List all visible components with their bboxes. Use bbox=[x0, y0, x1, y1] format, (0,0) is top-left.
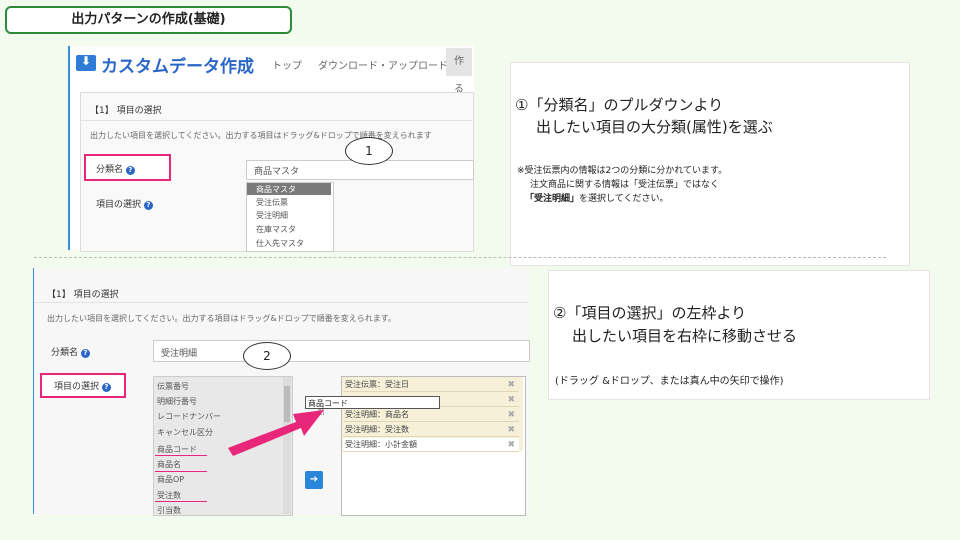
category-label: 分類名 ? bbox=[96, 162, 135, 175]
dropdown-option[interactable]: 仕入先マスタ bbox=[256, 238, 304, 249]
desc1-heading-line2: 出したい項目の大分類(属性)を選ぶ bbox=[536, 118, 773, 136]
desc2-note: (ドラッグ &ドロップ、または真ん中の矢印で操作) bbox=[555, 376, 784, 387]
app-logo-text: カスタムデータ作成 bbox=[101, 57, 254, 77]
move-right-button[interactable]: ➔ bbox=[305, 471, 323, 489]
list-item[interactable]: 受注数 bbox=[157, 490, 181, 501]
list-item[interactable]: 明細行番号 bbox=[157, 396, 197, 407]
dropdown-option[interactable]: 受注明細 bbox=[256, 210, 288, 221]
drag-arrow-icon bbox=[228, 410, 324, 456]
dropdown-option[interactable]: 受注伝票 bbox=[256, 197, 288, 208]
callout-bubble: 2 bbox=[243, 342, 291, 370]
help-icon[interactable]: ? bbox=[101, 383, 111, 392]
list-item[interactable]: 伝票番号 bbox=[157, 381, 189, 392]
dropdown-option[interactable]: 商品マスタ bbox=[256, 184, 296, 195]
selected-item[interactable]: 受注明細：受注数 ✖ bbox=[343, 423, 519, 437]
close-icon[interactable]: ✖ bbox=[507, 393, 515, 407]
items-label: 項目の選択 ? bbox=[54, 379, 111, 392]
selected-item[interactable]: 受注伝票：受注日 ✖ bbox=[343, 378, 519, 392]
section-divider bbox=[34, 257, 886, 258]
category-label: 分類名 ? bbox=[51, 345, 90, 358]
divider bbox=[34, 302, 528, 303]
desc1-heading-line1: ①「分類名」のプルダウンより bbox=[515, 96, 724, 114]
help-text: 出力したい項目を選択してください。出力する項目はドラッグ&ドロップで順番を変えら… bbox=[47, 314, 396, 323]
underline-highlight bbox=[155, 501, 207, 502]
desc2-heading-line2: 出したい項目を右枠に移動させる bbox=[572, 327, 798, 345]
divider bbox=[81, 120, 472, 121]
list-item[interactable]: 商品名 bbox=[157, 459, 181, 470]
desc1-note-line3: 「受注明細」を選択してください。 bbox=[525, 194, 669, 204]
list-item[interactable]: 商品コード bbox=[157, 444, 197, 455]
nav-download-upload[interactable]: ダウンロード・アップロード bbox=[318, 57, 448, 72]
close-icon[interactable]: ✖ bbox=[507, 423, 515, 437]
callout-bubble: 1 bbox=[345, 137, 393, 165]
category-select-value: 商品マスタ bbox=[254, 167, 300, 177]
section-title: 【1】 項目の選択 bbox=[90, 106, 162, 116]
download-arrow-icon: ⬇ bbox=[81, 54, 92, 68]
help-icon[interactable]: ? bbox=[80, 349, 90, 358]
nav-create[interactable]: 作る bbox=[446, 48, 472, 95]
slide-title: 出力パターンの作成(基礎) bbox=[5, 6, 292, 34]
close-icon[interactable]: ✖ bbox=[507, 408, 515, 422]
category-select-value: 受注明細 bbox=[161, 349, 198, 359]
close-icon[interactable]: ✖ bbox=[507, 438, 515, 452]
selected-item[interactable]: 受注明細：小計金額 ✖ bbox=[343, 438, 519, 452]
category-select[interactable] bbox=[153, 340, 530, 362]
help-icon[interactable]: ? bbox=[143, 201, 153, 210]
list-item[interactable]: レコードナンバー bbox=[157, 411, 221, 422]
dropdown-option[interactable]: 在庫マスタ bbox=[256, 224, 296, 235]
desc1-note-line2: 注文商品に関する情報は「受注伝票」ではなく bbox=[530, 180, 720, 190]
list-item[interactable]: 商品OP bbox=[157, 474, 184, 485]
list-item[interactable]: キャンセル区分 bbox=[157, 427, 213, 438]
selected-item[interactable]: 受注明細：商品名 ✖ bbox=[343, 408, 519, 422]
underline-highlight bbox=[155, 455, 207, 456]
help-icon[interactable]: ? bbox=[125, 166, 135, 175]
desc1-note-line1: ※受注伝票内の情報は2つの分類に分かれています。 bbox=[517, 166, 728, 176]
list-item[interactable]: 引当数 bbox=[157, 505, 181, 516]
section-title: 【1】 項目の選択 bbox=[47, 290, 119, 300]
underline-highlight bbox=[155, 471, 207, 472]
nav-top[interactable]: トップ bbox=[272, 57, 302, 72]
items-label: 項目の選択 ? bbox=[96, 197, 153, 210]
desc2-heading-line1: ②「項目の選択」の左枠より bbox=[553, 304, 747, 322]
close-icon[interactable]: ✖ bbox=[507, 378, 515, 392]
